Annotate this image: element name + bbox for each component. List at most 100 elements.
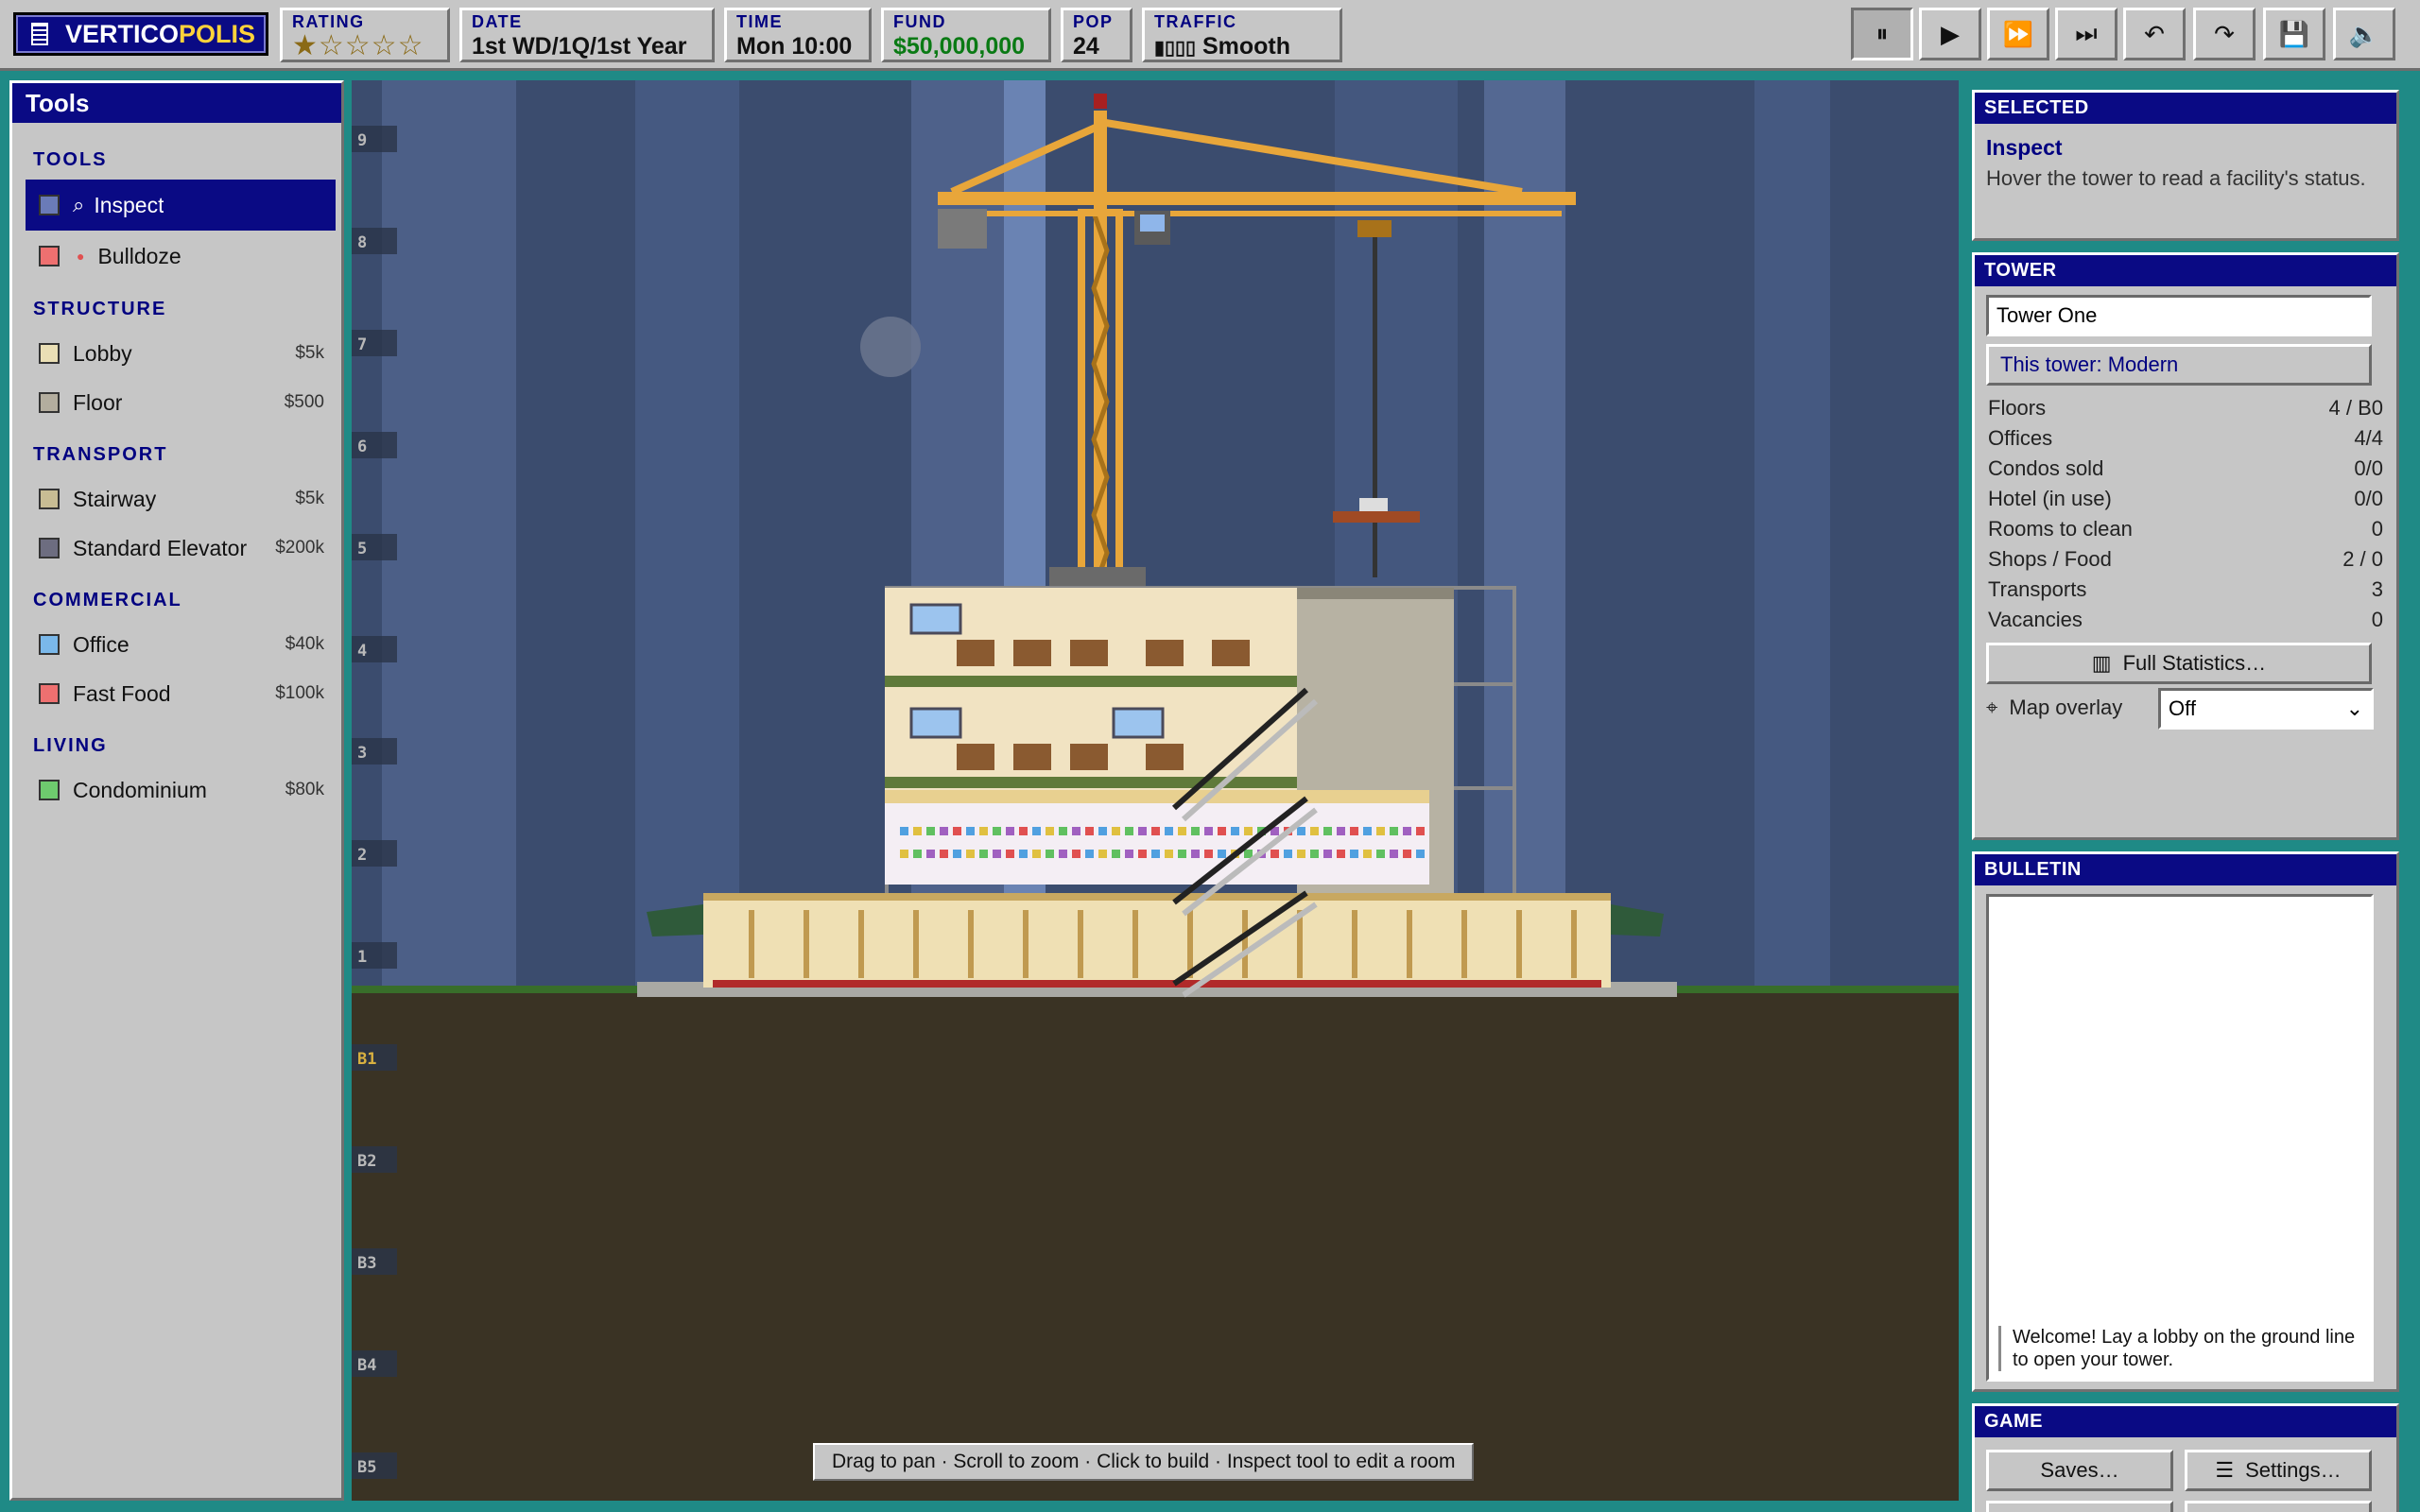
- shelf-item: [926, 850, 935, 858]
- tool-condominium[interactable]: Condominium $80k: [26, 765, 336, 816]
- tool-swatch: [39, 683, 60, 704]
- lobby-column: [1023, 910, 1028, 978]
- tower-stats: Floors 4 / B0 Offices 4/4 Condos sold 0/0 H…: [1975, 393, 2396, 635]
- stat-row: Hotel (in use) 0/0: [1975, 484, 2396, 514]
- tool-swatch: [39, 246, 60, 266]
- tool-stairway[interactable]: Stairway $5k: [26, 473, 336, 524]
- tower-name-input[interactable]: [1986, 295, 2372, 336]
- tool-label: Lobby: [73, 340, 132, 366]
- tool-price: $5k: [295, 343, 324, 363]
- desk: [1146, 744, 1184, 770]
- shelf-item: [913, 850, 922, 858]
- shelf-item: [1059, 850, 1067, 858]
- shelf-item: [1032, 827, 1041, 835]
- pause-button[interactable]: ⏸: [1851, 8, 1913, 60]
- saves-button[interactable]: Saves…: [1986, 1450, 2173, 1491]
- traffic-panel: TRAFFIC ▮▯▯▯ Smooth: [1142, 8, 1342, 62]
- desk: [957, 640, 994, 666]
- stat-value: 0/0: [2354, 456, 2383, 480]
- tool-fast-food[interactable]: Fast Food $100k: [26, 668, 336, 719]
- shelf-item: [1085, 850, 1094, 858]
- section-tools: TOOLS: [33, 149, 108, 170]
- lobby-column: [1407, 910, 1412, 978]
- shelf-item: [1270, 850, 1279, 858]
- tool-label: Condominium: [73, 777, 207, 802]
- tool-office[interactable]: Office $40k: [26, 619, 336, 670]
- shelf-item: [1151, 850, 1160, 858]
- tool-standard-elevator[interactable]: Standard Elevator $200k: [26, 523, 336, 574]
- fastest-button[interactable]: ⏭: [2055, 8, 2118, 60]
- controls-hint: Drag to pan · Scroll to zoom · Click to …: [813, 1443, 1475, 1481]
- tool-price: $200k: [275, 538, 324, 558]
- fast-forward-button[interactable]: ⏩: [1987, 8, 2049, 60]
- shelf-item: [979, 850, 988, 858]
- help-button[interactable]: Help…: [2185, 1501, 2372, 1512]
- shelf-item: [1416, 827, 1425, 835]
- floor-label: 3: [357, 744, 367, 763]
- time-label: TIME: [736, 12, 783, 31]
- tool-lobby[interactable]: Lobby $5k: [26, 328, 336, 379]
- shelf-item: [940, 827, 948, 835]
- map-pin-icon: ⌖: [1986, 696, 1998, 719]
- full-statistics-label: Full Statistics…: [2122, 651, 2267, 675]
- shelf-item: [1138, 827, 1147, 835]
- shelf-item: [1098, 850, 1107, 858]
- tool-price: $40k: [285, 634, 324, 654]
- tool-swatch: [39, 780, 60, 800]
- game-viewport[interactable]: 9 8 7 6 5 4 3 2 1 B1 B2 B3 B4 B5 Drag to pan · Scroll…: [352, 80, 1959, 1501]
- stat-label: Rooms to clean: [1988, 517, 2133, 541]
- magnifier-icon: ⌕: [73, 193, 85, 216]
- bulletin-message: Welcome! Lay a lobby on the ground line …: [1998, 1326, 2360, 1371]
- shelf-item: [1165, 827, 1173, 835]
- tool-floor[interactable]: Floor $500: [26, 377, 336, 428]
- game-box: GAME Saves… ☰ Settings… New Tower… Help…: [1972, 1403, 2399, 1512]
- time-value: Mon 10:00: [736, 33, 853, 60]
- map-overlay-select[interactable]: Off ⌄: [2158, 688, 2374, 730]
- tool-swatch: [39, 392, 60, 413]
- shelf-item: [979, 827, 988, 835]
- tool-price: $500: [284, 392, 324, 412]
- tool-inspect[interactable]: ⌕ Inspect: [26, 180, 336, 231]
- tool-label: Inspect: [94, 192, 164, 217]
- tower-scene[interactable]: 9 8 7 6 5 4 3 2 1 B1 B2 B3 B4 B5: [352, 80, 1959, 1501]
- tool-swatch: [39, 195, 60, 215]
- app-logo: VERTICO POLIS: [13, 12, 268, 56]
- shelf-item: [1376, 827, 1385, 835]
- floor-label: 5: [357, 540, 367, 558]
- tools-panel: Tools TOOLS ⌕ Inspect ● Bulldoze STRUCTU…: [9, 80, 344, 1501]
- shelf-item: [1218, 850, 1226, 858]
- full-statistics-button[interactable]: ▥ Full Statistics…: [1986, 643, 2372, 684]
- redo-button[interactable]: ↷: [2193, 8, 2256, 60]
- shelf-item: [1204, 827, 1213, 835]
- lobby-column: [1297, 910, 1303, 978]
- shelf-item: [1337, 850, 1345, 858]
- shelf-item: [1191, 850, 1200, 858]
- floor-label: B3: [357, 1254, 376, 1273]
- sound-button[interactable]: 🔈: [2333, 8, 2395, 60]
- bulletin-feed[interactable]: Welcome! Lay a lobby on the ground line …: [1986, 894, 2374, 1382]
- tool-label: Office: [73, 631, 130, 657]
- settings-button[interactable]: ☰ Settings…: [2185, 1450, 2372, 1491]
- stat-label: Vacancies: [1988, 608, 2083, 631]
- shelf-item: [1072, 850, 1080, 858]
- date-label: DATE: [472, 12, 523, 31]
- lobby-column: [1461, 910, 1467, 978]
- tower-style-button[interactable]: This tower: Modern: [1986, 344, 2372, 386]
- new-tower-button[interactable]: New Tower…: [1986, 1501, 2173, 1512]
- shelf-item: [1363, 827, 1372, 835]
- stat-label: Shops / Food: [1988, 547, 2112, 571]
- save-button[interactable]: 💾: [2263, 8, 2325, 60]
- shelf-item: [1244, 827, 1253, 835]
- fund-panel: FUND $50,000,000: [881, 8, 1051, 62]
- date-value: 1st WD/1Q/1st Year: [472, 33, 687, 60]
- stat-value: 4 / B0: [2328, 396, 2383, 420]
- dot-icon: ●: [77, 249, 85, 264]
- undo-button[interactable]: ↶: [2123, 8, 2186, 60]
- play-button[interactable]: ▶: [1919, 8, 1981, 60]
- shelf-item: [1151, 827, 1160, 835]
- stat-label: Transports: [1988, 577, 2087, 601]
- bar-chart-icon: ▥: [2091, 651, 2112, 675]
- shelf-item: [940, 850, 948, 858]
- tool-bulldoze[interactable]: ● Bulldoze: [26, 231, 336, 282]
- shelf-item: [1138, 850, 1147, 858]
